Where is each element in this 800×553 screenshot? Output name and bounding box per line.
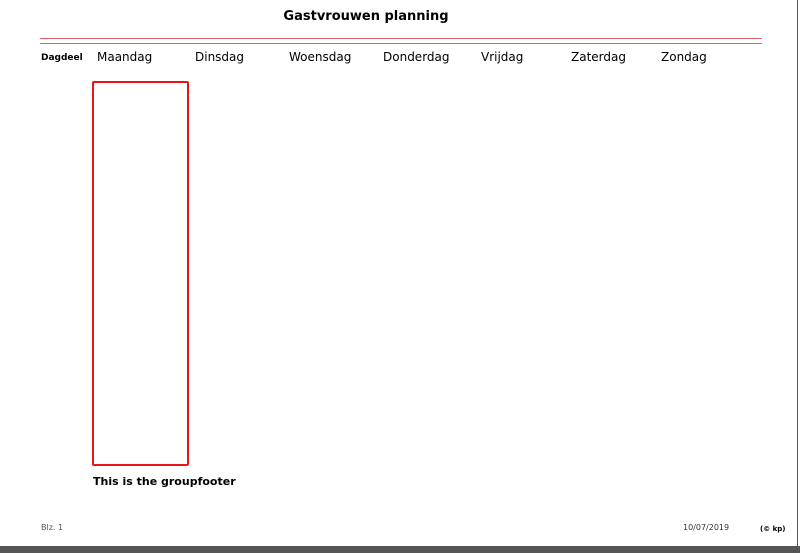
report-title: Gastvrouwen planning — [283, 9, 449, 24]
header-rule-top — [40, 38, 762, 39]
report-page: Gastvrouwen planning Dagdeel Maandag Din… — [0, 0, 800, 553]
column-header-woensdag: Woensdag — [289, 50, 352, 64]
print-date: 10/07/2019 — [683, 523, 730, 532]
column-header-zaterdag: Zaterdag — [571, 50, 626, 64]
column-header-vrijdag: Vrijdag — [481, 50, 524, 64]
column-header-dagdeel: Dagdeel — [41, 53, 83, 63]
column-header-zondag: Zondag — [661, 50, 707, 64]
group-detail-box[interactable] — [92, 81, 189, 466]
copyright-notice: (© kp) — [760, 525, 786, 533]
page-edge-right — [797, 0, 798, 548]
page-edge-bottom — [0, 546, 800, 553]
header-rule-bottom — [40, 43, 762, 44]
group-footer-text: This is the groupfooter — [93, 475, 236, 488]
column-header-dinsdag: Dinsdag — [195, 50, 245, 64]
column-header-maandag: Maandag — [97, 50, 153, 64]
column-header-donderdag: Donderdag — [383, 50, 450, 64]
page-number: Blz. 1 — [41, 523, 64, 532]
